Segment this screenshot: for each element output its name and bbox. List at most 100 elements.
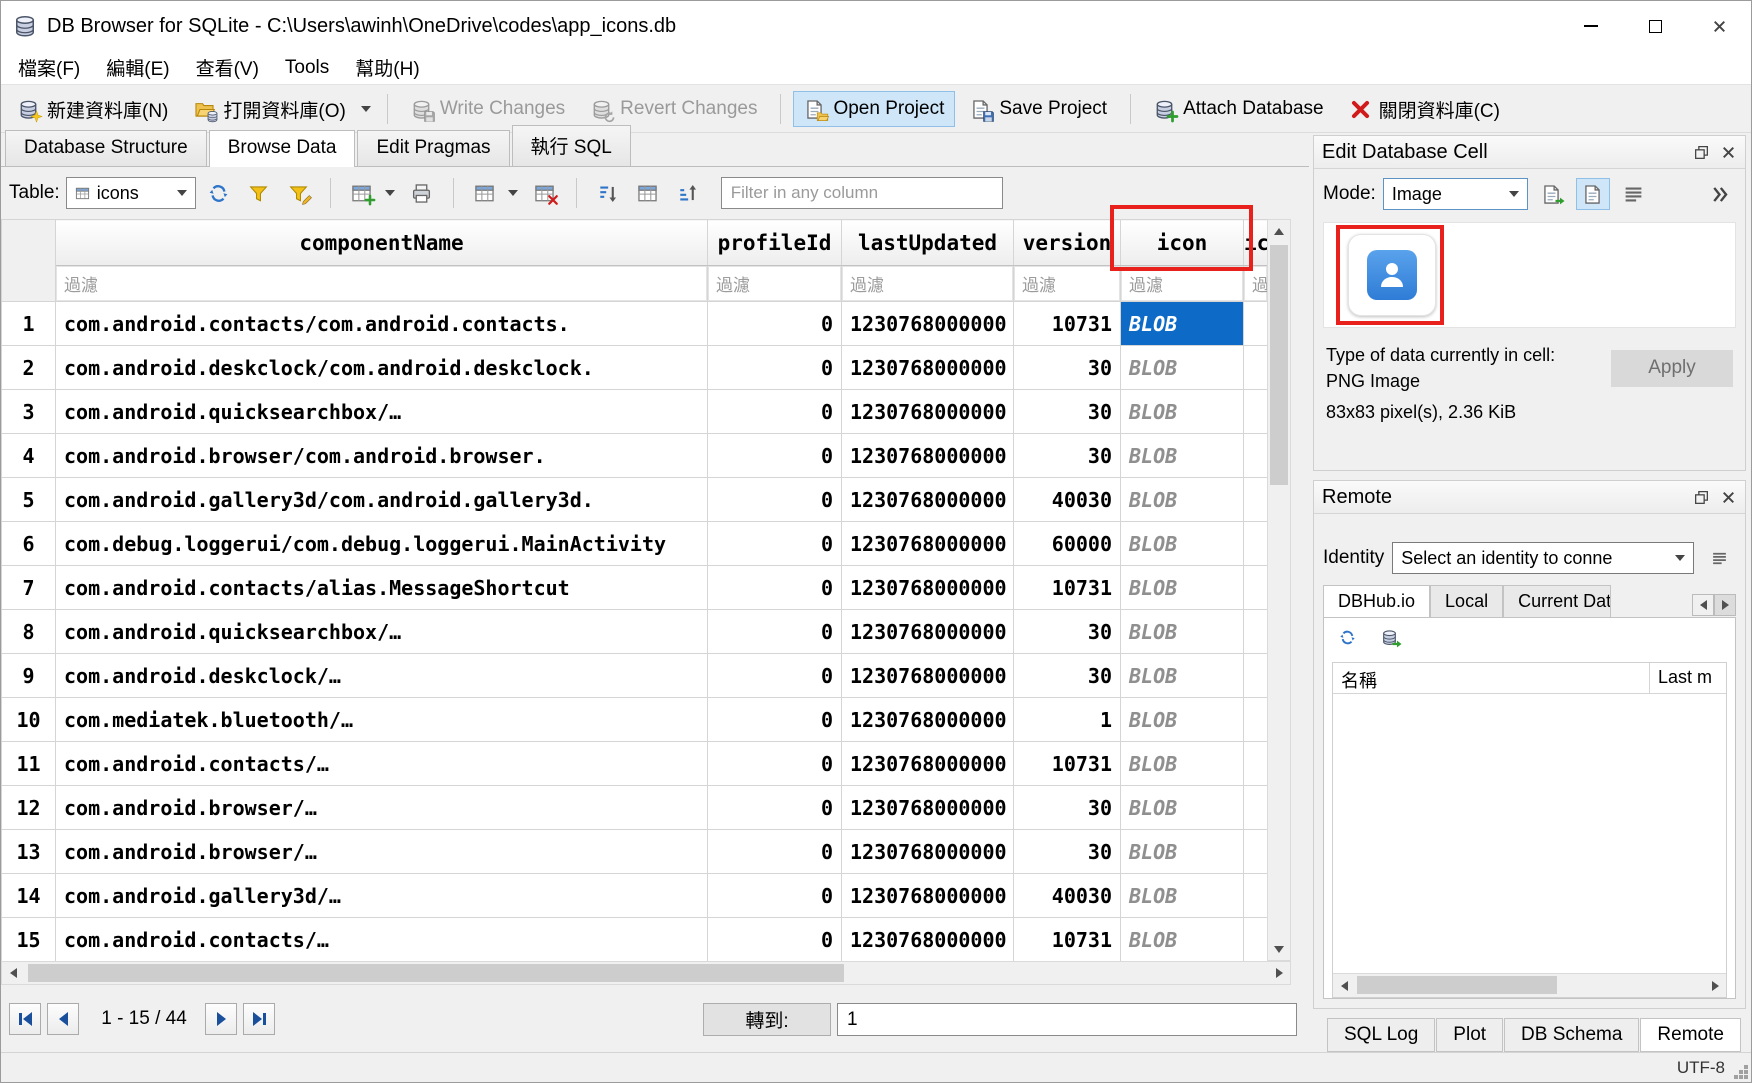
cell-componentName[interactable]: com.android.deskclock/com.android.deskcl… <box>56 346 708 390</box>
filter-version[interactable]: 過濾 <box>1014 266 1121 302</box>
next-record-button[interactable] <box>205 1003 237 1035</box>
cell-icon[interactable]: BLOB <box>1121 346 1244 390</box>
cell-profileId[interactable]: 0 <box>708 654 842 698</box>
cell-profileId[interactable]: 0 <box>708 698 842 742</box>
row-number[interactable]: 12 <box>2 786 56 830</box>
menu-file[interactable]: 檔案(F) <box>5 50 93 85</box>
cell-profileId[interactable]: 0 <box>708 610 842 654</box>
cell-overflow[interactable] <box>1244 918 1268 962</box>
cell-icon[interactable]: BLOB <box>1121 654 1244 698</box>
cell-version[interactable]: 30 <box>1014 434 1121 478</box>
previous-record-button[interactable] <box>47 1003 79 1035</box>
cell-overflow[interactable] <box>1244 742 1268 786</box>
goto-button[interactable]: 轉到: <box>703 1003 831 1036</box>
cell-componentName[interactable]: com.debug.loggerui/com.debug.loggerui.Ma… <box>56 522 708 566</box>
cell-overflow[interactable] <box>1244 786 1268 830</box>
cell-icon[interactable]: BLOB <box>1121 434 1244 478</box>
row-number[interactable]: 3 <box>2 390 56 434</box>
scroll-right-button[interactable] <box>1704 975 1726 997</box>
cell-lastUpdated[interactable]: 1230768000000 <box>842 478 1014 522</box>
cell-componentName[interactable]: com.android.contacts/com.android.contact… <box>56 302 708 346</box>
cell-icon[interactable]: BLOB <box>1121 918 1244 962</box>
cell-componentName[interactable]: com.android.gallery3d/com.android.galler… <box>56 478 708 522</box>
cell-version[interactable]: 30 <box>1014 610 1121 654</box>
save-project-button[interactable]: Save Project <box>959 91 1118 127</box>
tab-execute-sql[interactable]: 執行 SQL <box>512 125 631 166</box>
edit-cells-button[interactable] <box>631 177 665 209</box>
float-panel-icon[interactable] <box>1693 489 1710 506</box>
apply-button[interactable]: Apply <box>1611 350 1733 387</box>
cell-componentName[interactable]: com.android.contacts/… <box>56 918 708 962</box>
scroll-left-button[interactable] <box>1333 975 1355 997</box>
cell-overflow[interactable] <box>1244 434 1268 478</box>
tab-current-database[interactable]: Current Dat <box>1503 585 1611 617</box>
cell-profileId[interactable]: 0 <box>708 434 842 478</box>
cell-overflow[interactable] <box>1244 874 1268 918</box>
word-wrap-button[interactable] <box>1617 178 1651 210</box>
filter-lastUpdated[interactable]: 過濾 <box>842 266 1014 302</box>
cell-profileId[interactable]: 0 <box>708 522 842 566</box>
cell-version[interactable]: 30 <box>1014 786 1121 830</box>
column-header-icon[interactable]: icon <box>1121 220 1244 266</box>
cell-version[interactable]: 30 <box>1014 830 1121 874</box>
cell-icon[interactable]: BLOB <box>1121 302 1244 346</box>
open-database-dropdown[interactable] <box>357 106 375 112</box>
filter-icon[interactable]: 過濾 <box>1121 266 1244 302</box>
row-number[interactable]: 11 <box>2 742 56 786</box>
tab-database-structure[interactable]: Database Structure <box>5 130 207 166</box>
sort-desc-button[interactable] <box>671 177 705 209</box>
vertical-scrollbar-thumb[interactable] <box>1270 245 1288 485</box>
cell-lastUpdated[interactable]: 1230768000000 <box>842 522 1014 566</box>
clear-filters-button[interactable] <box>242 177 276 209</box>
remote-horizontal-scrollbar[interactable] <box>1333 973 1726 997</box>
tab-dbhub[interactable]: DBHub.io <box>1323 585 1430 617</box>
first-record-button[interactable] <box>9 1003 41 1035</box>
cell-overflow[interactable] <box>1244 566 1268 610</box>
attach-database-button[interactable]: Attach Database <box>1143 91 1334 127</box>
horizontal-scrollbar-thumb[interactable] <box>28 964 844 982</box>
mode-selector[interactable]: Image <box>1383 178 1528 210</box>
insert-record-button[interactable] <box>468 177 502 209</box>
cell-lastUpdated[interactable]: 1230768000000 <box>842 346 1014 390</box>
scroll-left-button[interactable] <box>2 962 24 984</box>
close-button[interactable] <box>1687 1 1751 51</box>
cell-componentName[interactable]: com.android.quicksearchbox/… <box>56 390 708 434</box>
cell-componentName[interactable]: com.android.browser/… <box>56 786 708 830</box>
cell-componentName[interactable]: com.android.contacts/alias.MessageShortc… <box>56 566 708 610</box>
cell-profileId[interactable]: 0 <box>708 302 842 346</box>
remote-push-button[interactable] <box>1372 621 1406 653</box>
cell-lastUpdated[interactable]: 1230768000000 <box>842 654 1014 698</box>
horizontal-scrollbar[interactable] <box>1 961 1291 985</box>
table-selector[interactable]: icons <box>66 177 196 209</box>
menu-edit[interactable]: 編輯(E) <box>93 50 182 85</box>
filter-profileId[interactable]: 過濾 <box>708 266 842 302</box>
cell-version[interactable]: 40030 <box>1014 874 1121 918</box>
cell-lastUpdated[interactable]: 1230768000000 <box>842 434 1014 478</box>
new-record-dropdown[interactable] <box>381 190 399 196</box>
cell-profileId[interactable]: 0 <box>708 566 842 610</box>
cell-version[interactable]: 30 <box>1014 390 1121 434</box>
import-data-button[interactable] <box>1535 178 1569 210</box>
cell-overflow[interactable] <box>1244 390 1268 434</box>
close-panel-icon[interactable] <box>1720 144 1737 161</box>
row-number[interactable]: 8 <box>2 610 56 654</box>
cell-lastUpdated[interactable]: 1230768000000 <box>842 874 1014 918</box>
row-number[interactable]: 9 <box>2 654 56 698</box>
cell-componentName[interactable]: com.android.quicksearchbox/… <box>56 610 708 654</box>
insert-record-dropdown[interactable] <box>504 190 522 196</box>
row-number[interactable]: 4 <box>2 434 56 478</box>
column-header-profileId[interactable]: profileId <box>708 220 842 266</box>
column-header-componentName[interactable]: componentName <box>56 220 708 266</box>
horizontal-scrollbar-thumb[interactable] <box>1357 976 1557 994</box>
cell-lastUpdated[interactable]: 1230768000000 <box>842 830 1014 874</box>
filter-componentName[interactable]: 過濾 <box>56 266 708 302</box>
column-header-overflow[interactable]: ic <box>1244 220 1268 266</box>
maximize-button[interactable] <box>1623 1 1687 51</box>
cell-lastUpdated[interactable]: 1230768000000 <box>842 918 1014 962</box>
cell-lastUpdated[interactable]: 1230768000000 <box>842 742 1014 786</box>
cell-overflow[interactable] <box>1244 830 1268 874</box>
write-changes-button[interactable]: Write Changes <box>400 91 576 127</box>
row-number[interactable]: 14 <box>2 874 56 918</box>
cell-profileId[interactable]: 0 <box>708 786 842 830</box>
cell-lastUpdated[interactable]: 1230768000000 <box>842 390 1014 434</box>
